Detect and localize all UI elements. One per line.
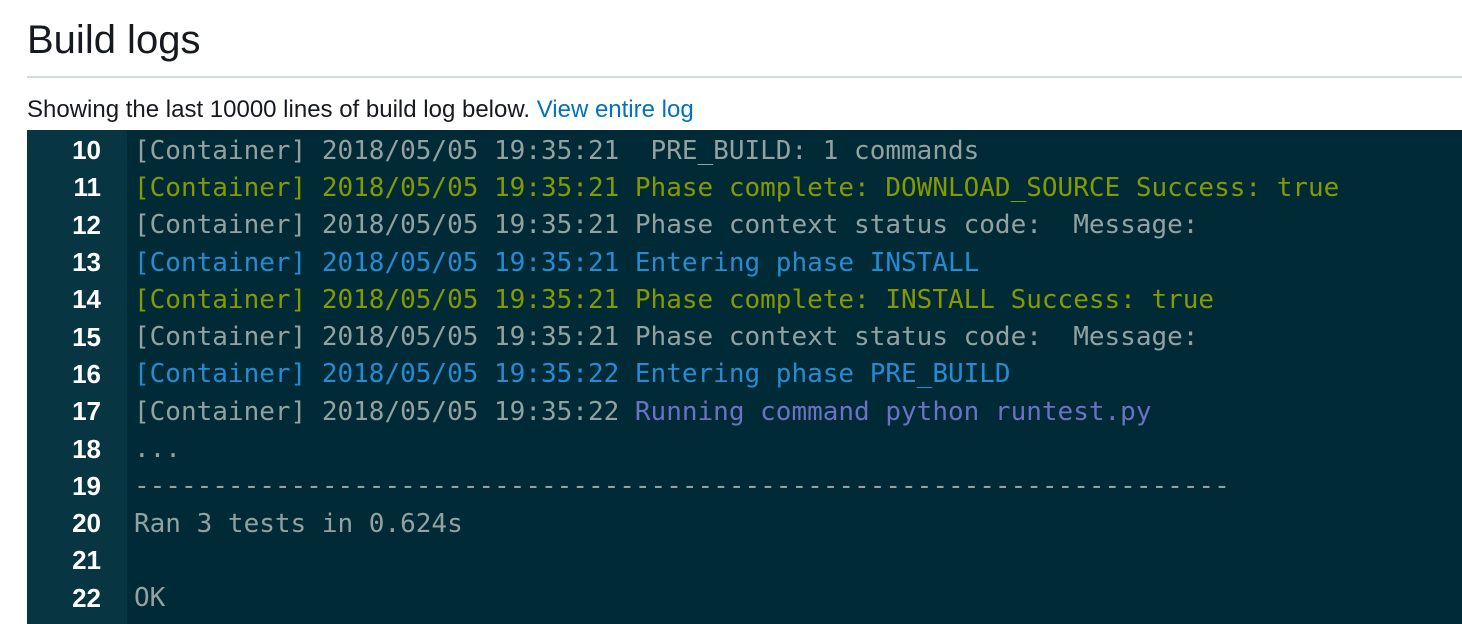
build-log-panel[interactable]: 10 [Container] 2018/05/05 19:35:21 PRE_BU… (27, 130, 1462, 624)
log-line-content: [Container] 2018/05/05 19:35:21 Phase co… (134, 210, 1199, 241)
log-line-text: Ran 3 tests in 0.624s (134, 509, 1462, 539)
log-line-text: ... (134, 434, 1462, 464)
log-line-text: [Container] 2018/05/05 19:35:21 Phase co… (134, 210, 1462, 240)
log-line-text: ----------------------------------------… (134, 471, 1462, 501)
log-line: 10 [Container] 2018/05/05 19:35:21 PRE_BU… (27, 132, 1462, 169)
log-line: 17 [Container] 2018/05/05 19:35:22 Runnin… (27, 393, 1462, 430)
log-line: 23 (27, 617, 1462, 624)
log-line: 22 OK (27, 580, 1462, 617)
log-line-content: OK (134, 583, 166, 614)
line-number: 18 (72, 433, 101, 464)
line-number: 17 (72, 396, 101, 427)
log-line-text: [Container] 2018/05/05 19:35:21 Phase co… (134, 322, 1462, 352)
log-line: 21 (27, 542, 1462, 579)
line-number: 12 (72, 209, 101, 240)
log-line-content: [Container] 2018/05/05 19:35:21 Entering… (134, 247, 980, 278)
line-number: 19 (72, 470, 101, 501)
log-line-text: [Container] 2018/05/05 19:35:21 Entering… (134, 248, 1462, 278)
log-line-text: [Container] 2018/05/05 19:35:21 PRE_BUIL… (134, 136, 1462, 166)
log-line-content: [Container] 2018/05/05 19:35:21 Phase co… (134, 322, 1199, 353)
line-number: 13 (72, 247, 101, 278)
log-lines: 10 [Container] 2018/05/05 19:35:21 PRE_BU… (27, 132, 1462, 624)
log-line-text: [Container] 2018/05/05 19:35:21 Phase co… (134, 173, 1462, 203)
view-entire-log-link[interactable]: View entire log (537, 96, 694, 123)
log-line-text: OK (134, 583, 1462, 613)
line-number: 11 (73, 172, 102, 203)
log-line: 12 [Container] 2018/05/05 19:35:21 Phase … (27, 207, 1462, 244)
line-number: 10 (72, 135, 101, 166)
log-line-content: Running command python runtest.py (634, 396, 1152, 427)
log-line-content: [Container] 2018/05/05 19:35:21 Phase co… (134, 172, 1340, 203)
line-number: 15 (72, 321, 101, 352)
log-line: 11 [Container] 2018/05/05 19:35:21 Phase … (27, 169, 1462, 206)
log-line-text: [Container] 2018/05/05 19:35:21 Phase co… (134, 285, 1462, 315)
line-number: 23 (27, 620, 101, 624)
log-line-content: [Container] 2018/05/05 19:35:22 Entering… (134, 359, 1011, 390)
log-line: 16 [Container] 2018/05/05 19:35:22 Enteri… (27, 356, 1462, 393)
line-number: 20 (72, 508, 101, 539)
log-line-content: [Container] 2018/05/05 19:35:21 PRE_BUIL… (134, 135, 980, 166)
line-number: 14 (72, 284, 101, 315)
log-line-prefix: [Container] 2018/05/05 19:35:22 (134, 396, 635, 427)
log-line-content: ... (134, 434, 181, 465)
log-line: 13 [Container] 2018/05/05 19:35:21 Enteri… (27, 244, 1462, 281)
log-line-content: Ran 3 tests in 0.624s (134, 508, 463, 539)
log-line-text: [Container] 2018/05/05 19:35:22 Entering… (134, 359, 1462, 389)
line-number: 21 (72, 545, 101, 576)
log-line: 19 --------------------------------------… (27, 468, 1462, 505)
log-summary-text: Showing the last 10000 lines of build lo… (27, 96, 531, 123)
log-line: 14 [Container] 2018/05/05 19:35:21 Phase … (27, 281, 1462, 318)
log-line: 20 Ran 3 tests in 0.624s (27, 505, 1462, 542)
log-line: 18... (27, 430, 1462, 467)
line-number: 22 (72, 582, 101, 613)
page-title: Build logs (27, 18, 201, 62)
log-line: 15 [Container] 2018/05/05 19:35:21 Phase … (27, 318, 1462, 355)
log-line-content: ----------------------------------------… (134, 471, 1230, 502)
log-line-content: [Container] 2018/05/05 19:35:21 Phase co… (134, 284, 1215, 315)
title-divider (27, 76, 1462, 78)
log-line-text: [Container] 2018/05/05 19:35:22 Running … (134, 397, 1462, 427)
log-summary: Showing the last 10000 lines of build lo… (27, 95, 694, 125)
line-number: 16 (72, 358, 101, 389)
